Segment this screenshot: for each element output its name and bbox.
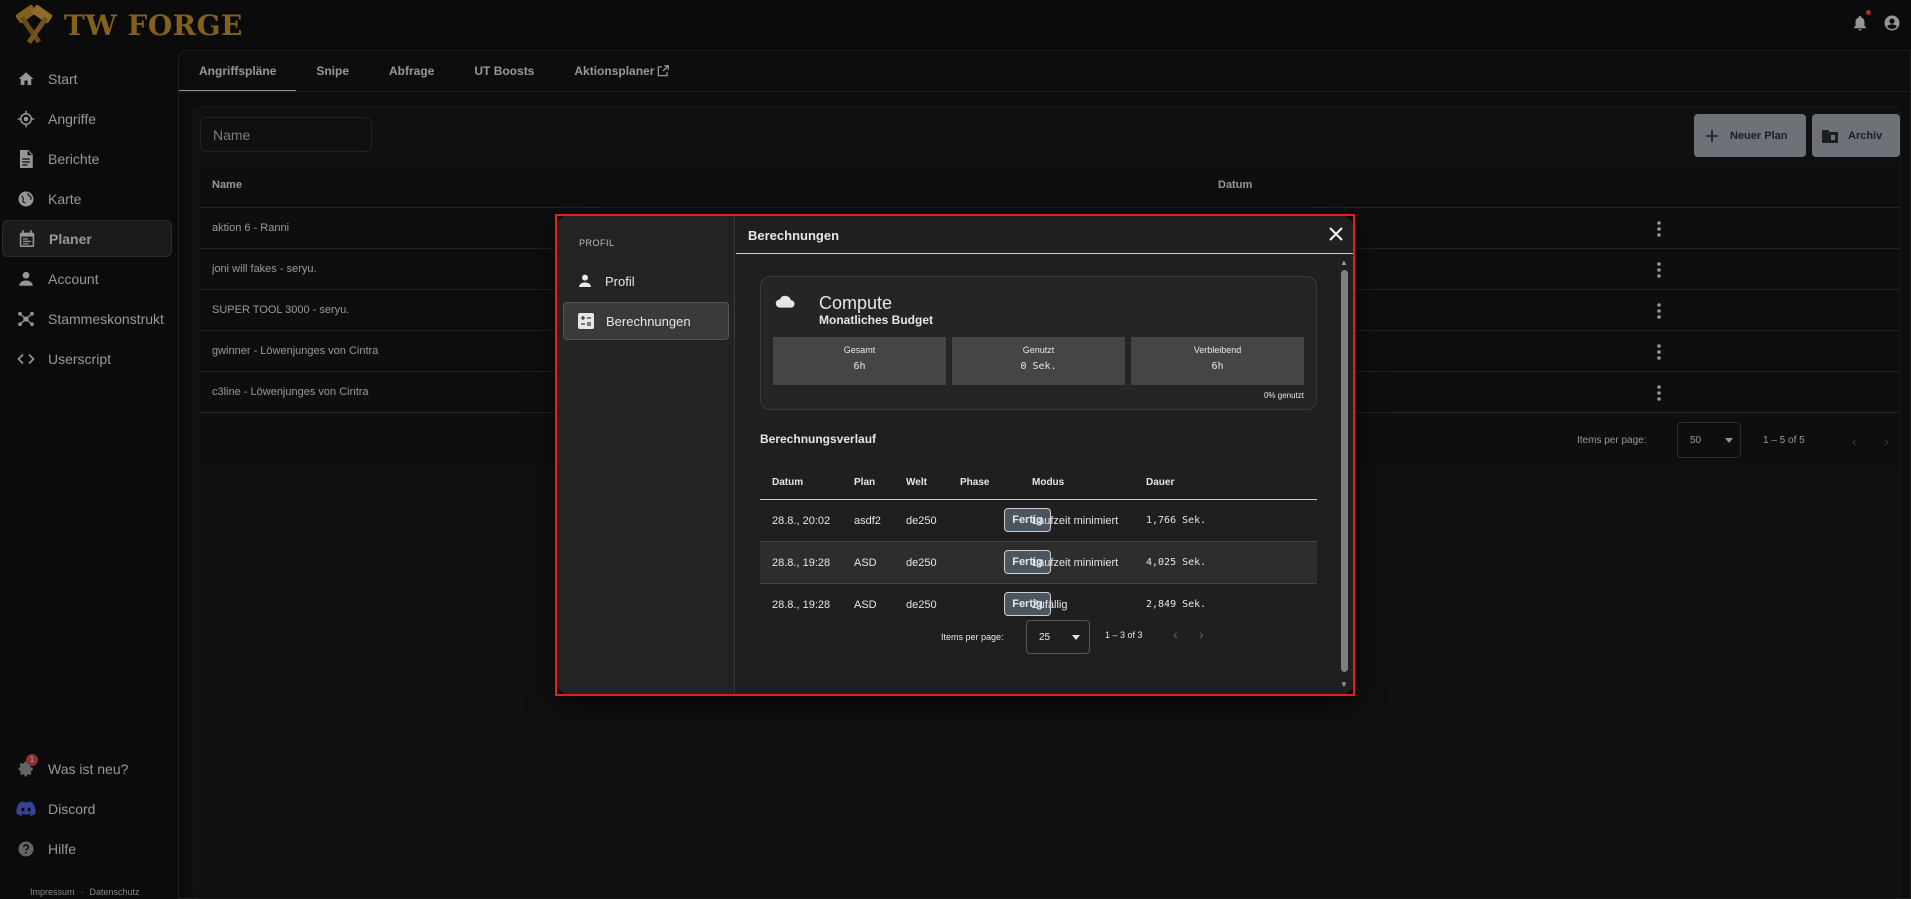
history-row: 28.8., 20:02 asdf2 de250 Fertig Laufzeit… [760,500,1317,542]
scroll-up-icon[interactable]: ▲ [1340,258,1348,267]
stat-label: Verbleibend [1193,345,1242,355]
person-icon [579,274,591,287]
dialog-nav-berechnungen[interactable]: Berechnungen [563,302,729,340]
next-page-icon[interactable]: › [1199,626,1204,642]
prev-page-icon[interactable]: ‹ [1173,626,1178,642]
column-datum: Datum [772,477,804,488]
column-modus: Modus [1032,477,1065,488]
items-per-page-select[interactable]: 25 [1026,620,1090,654]
calculator-icon [578,313,594,329]
column-plan: Plan [854,477,876,488]
stat-value: 0 Sek. [1020,361,1057,372]
history-paginator: Items per page: 25 1 – 3 of 3 ‹ › [760,614,1317,654]
dialog-header: Berechnungen [736,214,1355,254]
dialog-title: Berechnungen [748,228,840,243]
dialog-nav-profil[interactable]: Profil [563,262,729,300]
page-range: 1 – 3 of 3 [1105,630,1143,640]
stat-genutzt: Genutzt 0 Sek. [952,337,1125,385]
dialog-side-title: PROFIL [579,238,615,248]
close-icon[interactable] [1328,226,1344,242]
column-dauer: Dauer [1146,477,1175,488]
compute-subtitle: Monatliches Budget [819,313,934,327]
row-plan: ASD [854,557,877,569]
settings-dialog: PROFIL Profil Berechnungen Berechnungen … [555,214,1355,696]
scrollbar[interactable]: ▲ ▼ [1338,256,1350,694]
compute-title: Compute [819,293,893,313]
stat-label: Genutzt [1022,345,1055,355]
items-per-page-value: 25 [1039,631,1051,643]
row-modus: Zufällig [1032,599,1068,611]
history-table-header: Datum Plan Welt Phase Modus Dauer [760,462,1317,500]
row-plan: ASD [854,599,877,611]
row-plan: asdf2 [854,515,881,527]
cloud-icon [775,295,795,308]
row-modus: Laufzeit minimiert [1032,515,1119,527]
row-dauer: 2,849 Sek. [1146,599,1207,610]
history-row: 28.8., 19:28 ASD de250 Fertig Laufzeit m… [760,542,1317,584]
column-phase: Phase [960,477,990,488]
history-title: Berechnungsverlauf [760,432,877,446]
items-per-page-label: Items per page: [941,632,1004,642]
scroll-down-icon[interactable]: ▼ [1340,680,1348,689]
row-welt: de250 [906,557,937,569]
row-datum: 28.8., 19:28 [772,557,831,569]
scroll-thumb[interactable] [1341,270,1348,672]
column-welt: Welt [906,477,927,488]
dialog-nav-label: Profil [605,273,635,289]
compute-budget-card: Compute Monatliches Budget Gesamt 6h Gen… [760,276,1317,410]
stat-verbleibend: Verbleibend 6h [1131,337,1304,385]
dropdown-arrow-icon [1072,634,1081,640]
stat-value: 6h [853,361,866,372]
row-welt: de250 [906,515,937,527]
row-datum: 28.8., 19:28 [772,599,831,611]
stat-gesamt: Gesamt 6h [773,337,946,385]
dialog-nav-label: Berechnungen [606,313,691,329]
stat-value: 6h [1211,361,1224,372]
dialog-content: Berechnungen Compute Monatliches Budget … [736,214,1355,696]
row-dauer: 1,766 Sek. [1146,515,1207,526]
usage-percent: 0% genutzt [1263,391,1304,400]
row-modus: Laufzeit minimiert [1032,557,1119,569]
stat-label: Gesamt [843,345,876,355]
dialog-sidebar: PROFIL Profil Berechnungen [555,214,735,696]
row-dauer: 4,025 Sek. [1146,557,1207,568]
row-welt: de250 [906,599,937,611]
row-datum: 28.8., 20:02 [772,515,831,527]
